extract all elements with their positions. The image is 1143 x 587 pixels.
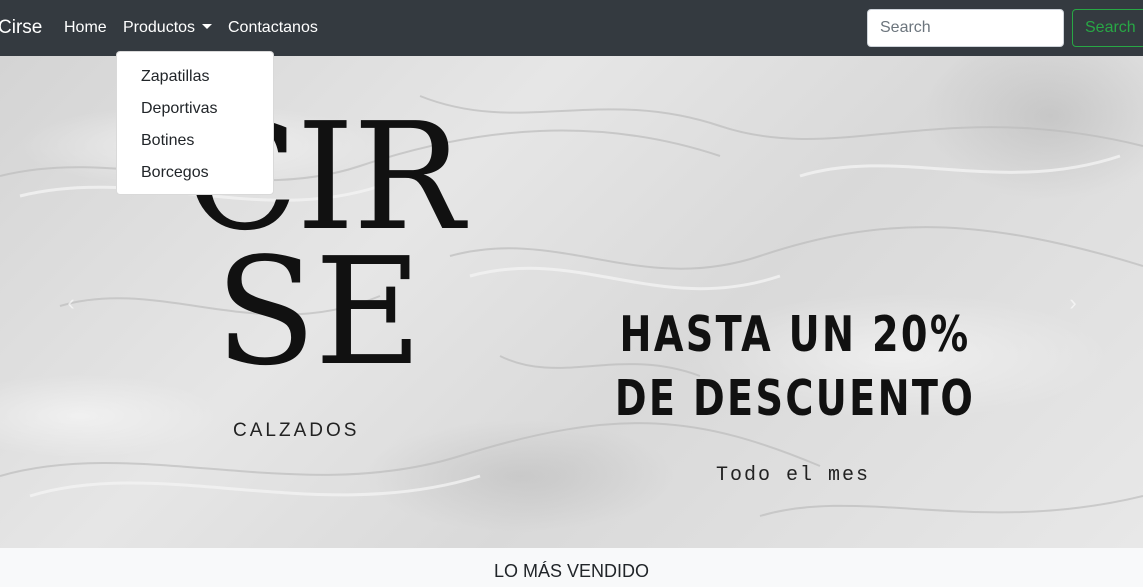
section-heading: LO MÁS VENDIDO: [493, 561, 650, 581]
productos-dropdown-menu: Zapatillas Deportivas Botines Borcegos: [116, 51, 274, 195]
best-sellers-section: LO MÁS VENDIDO: [0, 548, 1143, 587]
dropdown-item-zapatillas[interactable]: Zapatillas: [141, 67, 209, 87]
nav-contactanos-link[interactable]: Contactanos: [228, 18, 318, 38]
top-navbar: Cirse Home Productos Contactanos Search: [0, 0, 1143, 56]
dropdown-item-deportivas[interactable]: Deportivas: [141, 99, 217, 119]
search-button[interactable]: Search: [1072, 9, 1143, 47]
search-input[interactable]: [867, 9, 1064, 47]
brand-link[interactable]: Cirse: [0, 16, 42, 40]
nav-productos-dropdown-toggle[interactable]: Productos: [123, 18, 213, 38]
logo-subtitle: CALZADOS: [233, 420, 360, 441]
caret-down-icon: [202, 24, 213, 29]
carousel-prev-icon[interactable]: ‹: [56, 288, 86, 318]
carousel-next-icon[interactable]: ›: [1058, 288, 1088, 318]
dropdown-item-botines[interactable]: Botines: [141, 131, 194, 151]
promo-headline-line2: DE DESCUENTO: [614, 370, 976, 427]
nav-productos-label: Productos: [123, 19, 196, 36]
promo-headline-line1: HASTA UN 20%: [619, 306, 971, 363]
nav-home-link[interactable]: Home: [64, 18, 107, 38]
logo-text-line2: SE: [215, 226, 422, 398]
dropdown-item-borcegos[interactable]: Borcegos: [141, 163, 209, 183]
promo-subtext: Todo el mes: [716, 464, 871, 487]
